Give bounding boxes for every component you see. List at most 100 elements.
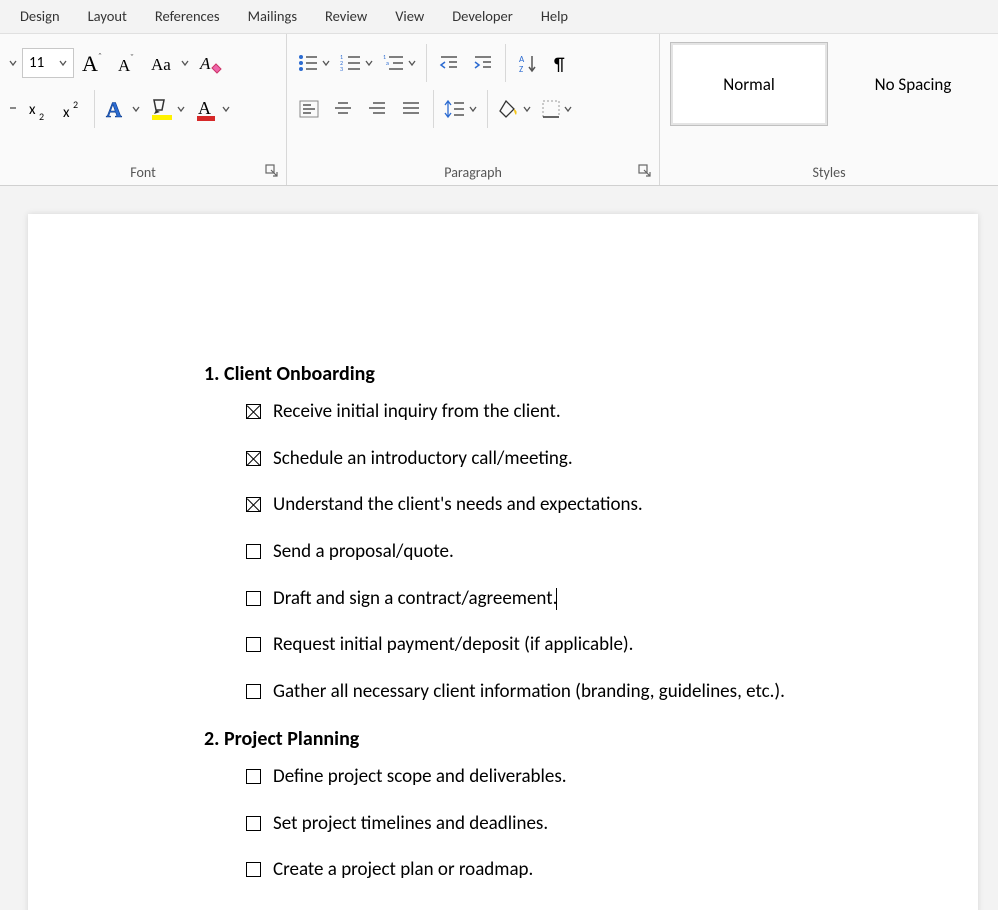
checkbox-icon[interactable] bbox=[246, 816, 261, 831]
checklist-item-text[interactable]: Gather all necessary client information … bbox=[273, 680, 785, 705]
separator bbox=[487, 90, 488, 128]
checklist-item[interactable]: Create a project plan or roadmap. bbox=[246, 858, 898, 883]
checkbox-icon[interactable] bbox=[246, 404, 261, 419]
separator bbox=[94, 90, 95, 128]
separator bbox=[433, 90, 434, 128]
group-paragraph-label: Paragraph bbox=[287, 162, 659, 185]
section-heading[interactable]: 2. Project Planning bbox=[204, 727, 898, 751]
svg-text:A: A bbox=[82, 51, 98, 76]
ribbon-tabs: Design Layout References Mailings Review… bbox=[0, 0, 998, 34]
checklist-item[interactable]: Send a proposal/quote. bbox=[246, 540, 898, 565]
checklist-item[interactable]: Draft and sign a contract/agreement. bbox=[246, 587, 898, 612]
section-heading[interactable]: 1. Client Onboarding bbox=[204, 362, 898, 386]
svg-text:Z: Z bbox=[519, 64, 523, 73]
font-size-value: 11 bbox=[29, 54, 44, 72]
shrink-font-button[interactable]: Aˇ bbox=[112, 43, 144, 83]
sort-button[interactable]: AZ bbox=[512, 43, 544, 83]
tab-layout[interactable]: Layout bbox=[74, 0, 141, 33]
text-effects-button[interactable]: A bbox=[101, 89, 144, 129]
svg-text:ˆ: ˆ bbox=[98, 50, 102, 63]
checklist-item-text[interactable]: Draft and sign a contract/agreement. bbox=[273, 587, 557, 612]
style-no-spacing[interactable]: No Spacing bbox=[834, 42, 992, 126]
paragraph-dialog-launcher[interactable] bbox=[637, 163, 655, 181]
increase-indent-button[interactable] bbox=[467, 43, 499, 83]
clear-formatting-button[interactable]: A bbox=[195, 43, 227, 83]
checklist-item-text[interactable]: Receive initial inquiry from the client. bbox=[273, 400, 561, 425]
checklist-item[interactable]: Gather all necessary client information … bbox=[246, 680, 898, 705]
checklist-item-text[interactable]: Send a proposal/quote. bbox=[273, 540, 454, 565]
text-cursor bbox=[556, 588, 557, 610]
svg-text:Aa: Aa bbox=[151, 55, 171, 74]
justify-button[interactable] bbox=[395, 89, 427, 129]
tab-mailings[interactable]: Mailings bbox=[234, 0, 311, 33]
checkbox-icon[interactable] bbox=[246, 451, 261, 466]
checkbox-icon[interactable] bbox=[246, 544, 261, 559]
svg-text:¶: ¶ bbox=[554, 53, 565, 73]
checklist-item[interactable]: Understand the client's needs and expect… bbox=[246, 493, 898, 518]
align-center-button[interactable] bbox=[327, 89, 359, 129]
svg-text:ˇ: ˇ bbox=[130, 51, 134, 64]
checkbox-icon[interactable] bbox=[246, 497, 261, 512]
checklist-item-text[interactable]: Set project timelines and deadlines. bbox=[273, 812, 548, 837]
document-area: 1. Client Onboarding Receive initial inqu… bbox=[0, 186, 998, 910]
checklist-item-text[interactable]: Request initial payment/deposit (if appl… bbox=[273, 633, 633, 658]
numbering-button[interactable]: 123 bbox=[336, 43, 377, 83]
checklist-item-text[interactable]: Define project scope and deliverables. bbox=[273, 765, 567, 790]
highlight-button[interactable] bbox=[146, 89, 189, 129]
checkbox-icon[interactable] bbox=[246, 591, 261, 606]
checklist-item[interactable]: Schedule an introductory call/meeting. bbox=[246, 447, 898, 472]
separator bbox=[426, 44, 427, 82]
svg-text:2: 2 bbox=[73, 98, 78, 111]
group-styles-label: Styles bbox=[660, 162, 998, 185]
checklist-item[interactable]: Receive initial inquiry from the client. bbox=[246, 400, 898, 425]
svg-text:2: 2 bbox=[39, 110, 44, 120]
svg-text:a: a bbox=[386, 59, 389, 67]
checklist-item[interactable]: Request initial payment/deposit (if appl… bbox=[246, 633, 898, 658]
checkbox-icon[interactable] bbox=[246, 637, 261, 652]
tab-help[interactable]: Help bbox=[527, 0, 582, 33]
subscript-button[interactable]: x2 bbox=[22, 89, 54, 129]
checklist-item-text[interactable]: Create a project plan or roadmap. bbox=[273, 858, 533, 883]
font-dialog-launcher[interactable] bbox=[264, 163, 282, 181]
svg-text:A: A bbox=[199, 54, 211, 73]
svg-text:A: A bbox=[198, 98, 211, 118]
svg-text:x: x bbox=[63, 104, 70, 120]
tab-review[interactable]: Review bbox=[311, 0, 381, 33]
checklist-item[interactable]: Set project timelines and deadlines. bbox=[246, 812, 898, 837]
font-row2-leading[interactable] bbox=[6, 89, 20, 129]
show-hide-marks-button[interactable]: ¶ bbox=[546, 43, 578, 83]
change-case-button[interactable]: Aa bbox=[146, 43, 193, 83]
tab-developer[interactable]: Developer bbox=[438, 0, 527, 33]
group-styles: Normal No Spacing Styles bbox=[660, 34, 998, 185]
align-left-button[interactable] bbox=[293, 89, 325, 129]
line-spacing-button[interactable] bbox=[440, 89, 481, 129]
ribbon: 11 Aˆ Aˇ Aa A bbox=[0, 34, 998, 186]
group-paragraph: 123 1a AZ ¶ bbox=[287, 34, 660, 185]
checkbox-icon[interactable] bbox=[246, 862, 261, 877]
svg-text:A: A bbox=[106, 97, 122, 121]
font-dropdown-chevron[interactable] bbox=[6, 43, 20, 83]
style-normal[interactable]: Normal bbox=[670, 42, 828, 126]
decrease-indent-button[interactable] bbox=[433, 43, 465, 83]
multilevel-list-button[interactable]: 1a bbox=[379, 43, 420, 83]
checklist-item-text[interactable]: Understand the client's needs and expect… bbox=[273, 493, 643, 518]
checklist-item-text[interactable]: Schedule an introductory call/meeting. bbox=[273, 447, 573, 472]
superscript-button[interactable]: x2 bbox=[56, 89, 88, 129]
checkbox-icon[interactable] bbox=[246, 684, 261, 699]
checkbox-icon[interactable] bbox=[246, 769, 261, 784]
svg-text:x: x bbox=[29, 101, 36, 119]
tab-references[interactable]: References bbox=[141, 0, 234, 33]
shading-button[interactable] bbox=[494, 89, 535, 129]
font-color-button[interactable]: A bbox=[191, 89, 234, 129]
tab-view[interactable]: View bbox=[381, 0, 438, 33]
font-size-input[interactable]: 11 bbox=[22, 48, 74, 78]
bullets-button[interactable] bbox=[293, 43, 334, 83]
borders-button[interactable] bbox=[537, 89, 576, 129]
checklist-item[interactable]: Define project scope and deliverables. bbox=[246, 765, 898, 790]
align-right-button[interactable] bbox=[361, 89, 393, 129]
svg-text:3: 3 bbox=[340, 65, 343, 73]
group-font: 11 Aˆ Aˇ Aa A bbox=[0, 34, 287, 185]
tab-design[interactable]: Design bbox=[6, 0, 74, 33]
grow-font-button[interactable]: Aˆ bbox=[76, 43, 110, 83]
page[interactable]: 1. Client Onboarding Receive initial inqu… bbox=[28, 214, 978, 910]
